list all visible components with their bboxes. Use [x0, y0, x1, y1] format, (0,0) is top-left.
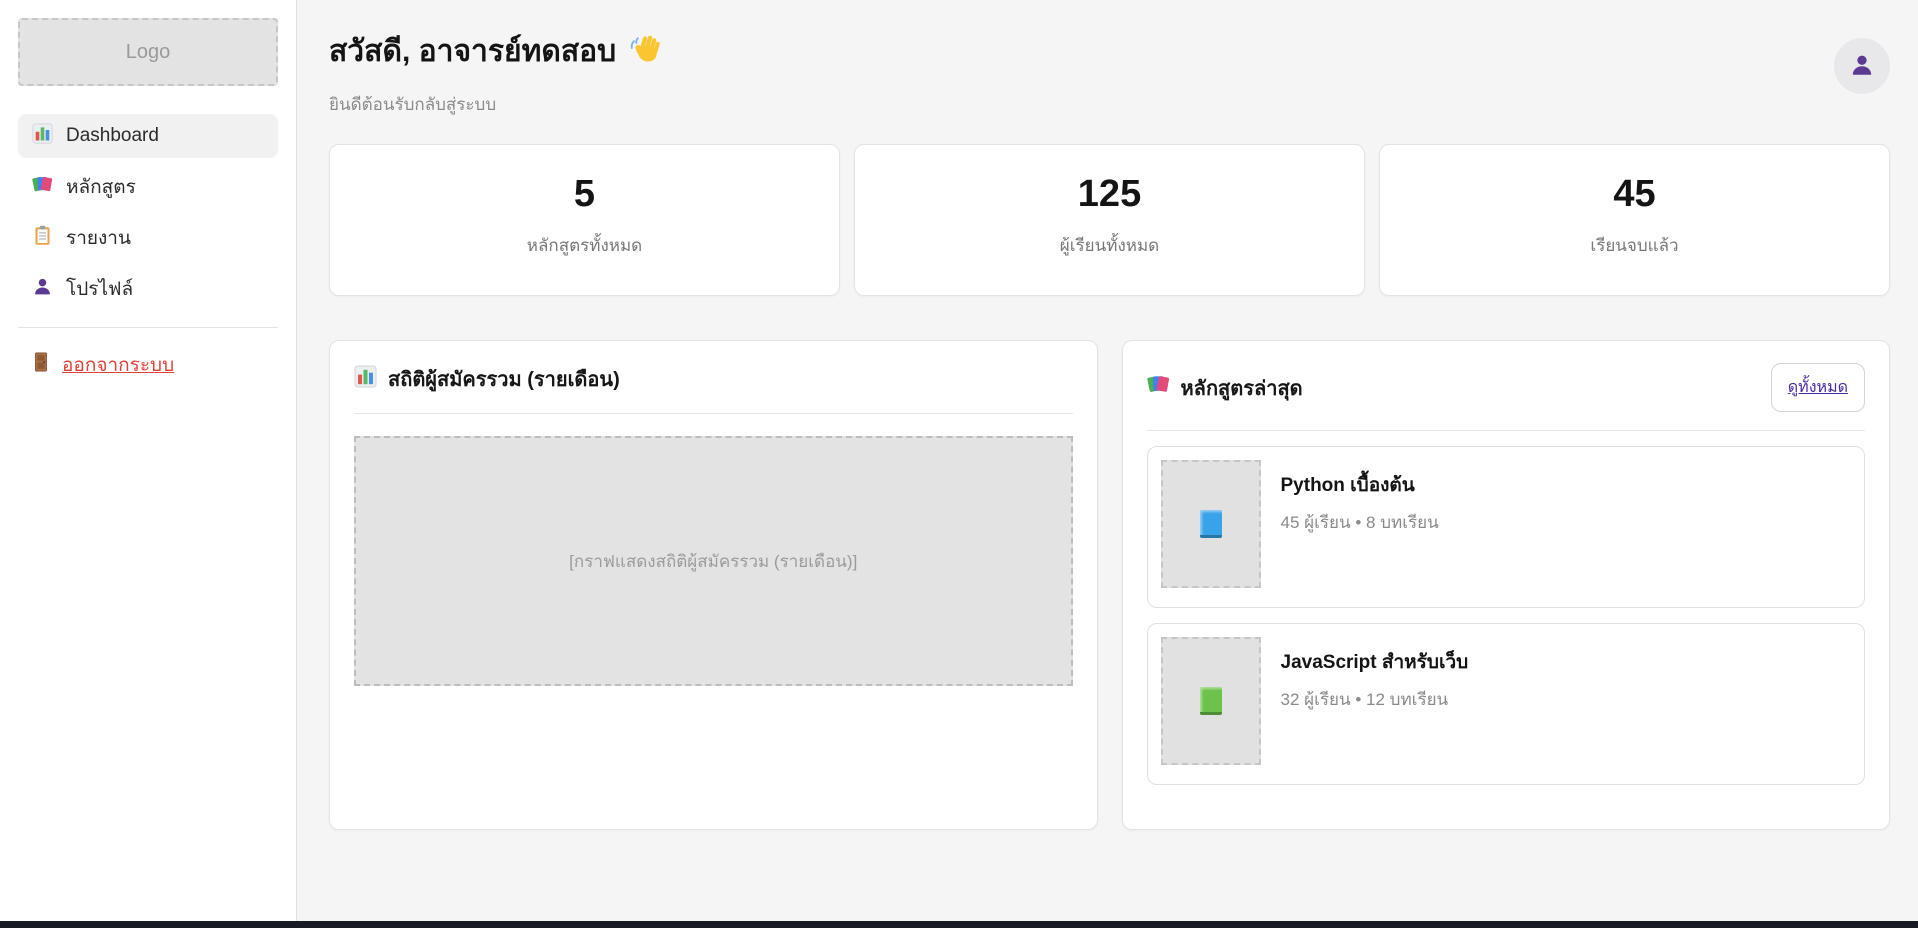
course-info: Python เบื้องต้น 45 ผู้เรียน • 8 บทเรียน: [1281, 460, 1439, 594]
books-icon: [32, 174, 53, 201]
greeting-text: สวัสดี, อาจารย์ทดสอบ: [329, 28, 616, 75]
sidebar-item-label: โปรไฟล์: [66, 274, 133, 304]
bottom-edge-bar: [0, 921, 1918, 928]
chart-panel-title: สถิติผู้สมัครรวม (รายเดือน): [354, 363, 620, 395]
chart-placeholder: [กราฟแสดงสถิติผู้สมัครรวม (รายเดือน)]: [354, 436, 1073, 686]
course-meta: 32 ผู้เรียน • 12 บทเรียน: [1281, 686, 1469, 713]
sidebar-item-courses[interactable]: หลักสูตร: [18, 165, 278, 209]
stat-label: เรียนจบแล้ว: [1380, 232, 1889, 259]
clipboard-icon: [32, 225, 53, 252]
stat-value: 5: [330, 173, 839, 216]
sidebar-item-reports[interactable]: รายงาน: [18, 216, 278, 260]
welcome-subtitle: ยินดีต้อนรับกลับสู่ระบบ: [329, 91, 662, 118]
logout-label: ออกจากระบบ: [62, 350, 174, 380]
stat-value: 125: [855, 173, 1364, 216]
person-icon: [1849, 52, 1875, 81]
logo-text: Logo: [126, 41, 171, 64]
course-title: Python เบื้องต้น: [1281, 470, 1439, 500]
course-meta: 45 ผู้เรียน • 8 บทเรียน: [1281, 509, 1439, 536]
sidebar: Logo Dashboard: [0, 0, 297, 928]
course-thumbnail-placeholder: [1161, 637, 1261, 765]
bar-chart-icon: [32, 123, 53, 150]
course-title: JavaScript สำหรับเว็บ: [1281, 647, 1469, 677]
courses-panel-header: หลักสูตรล่าสุด ดูทั้งหมด: [1147, 341, 1866, 431]
sidebar-item-profile[interactable]: โปรไฟล์: [18, 267, 278, 311]
sidebar-item-label: Dashboard: [66, 125, 159, 147]
header: สวัสดี, อาจารย์ทดสอบ: [329, 28, 1890, 118]
view-all-button[interactable]: ดูทั้งหมด: [1771, 363, 1865, 412]
greeting-block: สวัสดี, อาจารย์ทดสอบ: [329, 28, 662, 118]
bar-chart-icon: [354, 365, 377, 394]
stat-card-completed: 45 เรียนจบแล้ว: [1379, 144, 1890, 296]
stat-label: หลักสูตรทั้งหมด: [330, 232, 839, 259]
door-icon: [32, 352, 50, 378]
stat-value: 45: [1380, 173, 1889, 216]
sidebar-item-label: หลักสูตร: [66, 172, 136, 202]
sidebar-item-label: รายงาน: [66, 223, 131, 253]
sidebar-nav: Dashboard หลักสูตร: [18, 114, 278, 311]
courses-panel-title: หลักสูตรล่าสุด: [1147, 372, 1303, 404]
logout-link[interactable]: ออกจากระบบ: [32, 350, 174, 380]
courses-panel: หลักสูตรล่าสุด ดูทั้งหมด Python เบื้องต้…: [1122, 340, 1891, 830]
waving-hand-icon: [628, 31, 662, 73]
main-content: สวัสดี, อาจารย์ทดสอบ: [297, 0, 1918, 928]
chart-placeholder-text: [กราฟแสดงสถิติผู้สมัครรวม (รายเดือน)]: [569, 548, 857, 575]
course-info: JavaScript สำหรับเว็บ 32 ผู้เรียน • 12 บ…: [1281, 637, 1469, 771]
stat-label: ผู้เรียนทั้งหมด: [855, 232, 1364, 259]
course-thumbnail-placeholder: [1161, 460, 1261, 588]
stats-row: 5 หลักสูตรทั้งหมด 125 ผู้เรียนทั้งหมด 45…: [329, 144, 1890, 296]
chart-panel-header: สถิติผู้สมัครรวม (รายเดือน): [354, 341, 1073, 414]
person-icon: [32, 276, 53, 303]
chart-panel: สถิติผู้สมัครรวม (รายเดือน) [กราฟแสดงสถิ…: [329, 340, 1098, 830]
dashboard-page: Logo Dashboard: [0, 0, 1918, 928]
courses-panel-title-text: หลักสูตรล่าสุด: [1181, 372, 1303, 404]
chart-panel-title-text: สถิติผู้สมัครรวม (รายเดือน): [388, 363, 620, 395]
sidebar-item-dashboard[interactable]: Dashboard: [18, 114, 278, 158]
green-book-icon: [1200, 687, 1222, 715]
stat-card-total-courses: 5 หลักสูตรทั้งหมด: [329, 144, 840, 296]
books-icon: [1147, 373, 1170, 402]
panels-row: สถิติผู้สมัครรวม (รายเดือน) [กราฟแสดงสถิ…: [329, 340, 1890, 830]
sidebar-divider: [18, 327, 278, 328]
page-title: สวัสดี, อาจารย์ทดสอบ: [329, 28, 662, 75]
logo-placeholder: Logo: [18, 18, 278, 86]
blue-book-icon: [1200, 510, 1222, 538]
stat-card-total-learners: 125 ผู้เรียนทั้งหมด: [854, 144, 1365, 296]
course-card-javascript[interactable]: JavaScript สำหรับเว็บ 32 ผู้เรียน • 12 บ…: [1147, 623, 1866, 785]
course-card-python[interactable]: Python เบื้องต้น 45 ผู้เรียน • 8 บทเรียน: [1147, 446, 1866, 608]
avatar-button[interactable]: [1834, 38, 1890, 94]
